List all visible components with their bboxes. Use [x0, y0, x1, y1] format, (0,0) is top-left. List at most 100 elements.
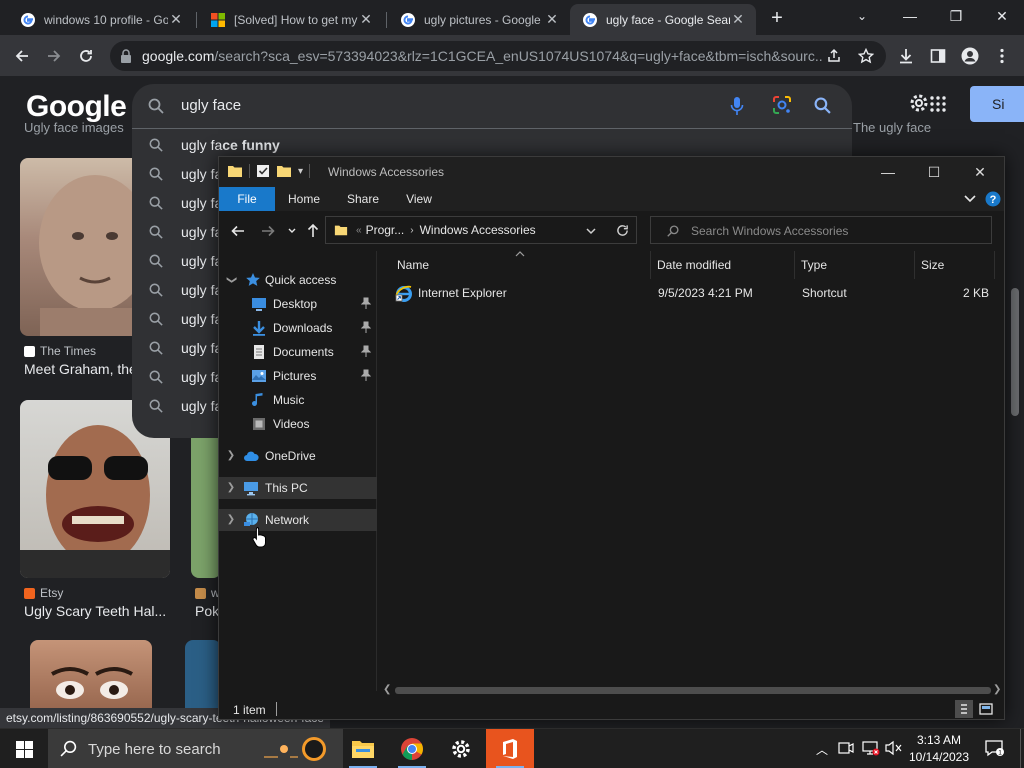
breadcrumb-separator-icon[interactable]: ›: [410, 225, 413, 236]
tab-solved-how-to[interactable]: [Solved] How to get my ✕: [198, 4, 384, 35]
nav-item-music[interactable]: Music: [219, 389, 377, 411]
result-title-pok[interactable]: Pok: [195, 603, 219, 619]
result-title-graham[interactable]: Meet Graham, the: [24, 361, 136, 377]
collapsed-chevron-icon[interactable]: ❯: [225, 481, 237, 495]
expand-ribbon-chevron-icon[interactable]: [964, 195, 976, 203]
google-search-box[interactable]: ugly face: [132, 84, 852, 128]
column-header-name[interactable]: Name: [391, 251, 651, 279]
taskbar-chrome[interactable]: [388, 729, 436, 768]
show-hidden-icons-chevron-icon[interactable]: ︿: [816, 741, 828, 758]
explorer-search-box[interactable]: Search Windows Accessories: [650, 216, 992, 244]
result-title-scary-teeth[interactable]: Ugly Scary Teeth Hal...: [24, 603, 174, 619]
explorer-close-button[interactable]: ✕: [957, 161, 1003, 183]
close-tab-icon[interactable]: ✕: [168, 11, 184, 28]
pin-icon[interactable]: [361, 321, 371, 333]
notification-center-icon[interactable]: 1: [984, 739, 1004, 757]
minimize-button[interactable]: —: [888, 4, 932, 28]
scroll-left-arrow-icon[interactable]: ❮: [383, 684, 391, 695]
show-desktop-button[interactable]: [1020, 729, 1024, 768]
google-logo[interactable]: Google: [26, 90, 127, 124]
address-dropdown-chevron-icon[interactable]: [586, 228, 596, 235]
share-icon[interactable]: [822, 44, 846, 68]
collapsed-chevron-icon[interactable]: ❯: [225, 449, 237, 463]
close-tab-icon[interactable]: ✕: [544, 11, 560, 28]
ribbon-tab-home[interactable]: Home: [279, 187, 329, 211]
taskbar-search-box[interactable]: Type here to search: [48, 729, 343, 768]
new-tab-button[interactable]: +: [766, 8, 788, 30]
details-view-button[interactable]: [955, 700, 973, 718]
source-w[interactable]: w: [195, 586, 220, 600]
tab-windows-10-profile[interactable]: windows 10 profile - Google ✕: [8, 4, 194, 35]
nav-item-onedrive[interactable]: ❯ OneDrive: [219, 445, 377, 467]
google-lens-icon[interactable]: [772, 95, 792, 115]
download-icon[interactable]: [894, 44, 918, 68]
refresh-icon[interactable]: [616, 224, 629, 237]
ribbon-tab-file[interactable]: File: [219, 187, 275, 211]
google-apps-grid-icon[interactable]: [930, 96, 946, 112]
bookmark-star-icon[interactable]: [854, 44, 878, 68]
taskbar-office[interactable]: [486, 729, 534, 768]
help-icon[interactable]: ?: [985, 191, 1001, 207]
explorer-address-bar[interactable]: « Progr... › Windows Accessories: [325, 216, 637, 244]
side-panel-icon[interactable]: [926, 44, 950, 68]
breadcrumb-item[interactable]: Progr...: [366, 223, 405, 237]
back-button[interactable]: [8, 42, 36, 70]
tab-ugly-face-active[interactable]: ugly face - Google Search ✕: [570, 4, 756, 35]
chrome-menu-button[interactable]: [990, 44, 1014, 68]
expanded-chevron-icon[interactable]: ❯: [224, 274, 238, 286]
ribbon-tab-view[interactable]: View: [393, 187, 445, 211]
reload-button[interactable]: [72, 42, 100, 70]
column-header-size[interactable]: Size: [915, 251, 995, 279]
close-tab-icon[interactable]: ✕: [730, 11, 746, 28]
start-button[interactable]: [0, 729, 48, 768]
page-scrollbar[interactable]: [1008, 158, 1022, 728]
system-clock[interactable]: 3:13 AM 10/14/2023: [906, 732, 972, 766]
explorer-maximize-button[interactable]: ☐: [911, 161, 957, 183]
taskbar-settings[interactable]: [437, 729, 485, 768]
settings-gear-icon[interactable]: [908, 92, 930, 114]
column-header-type[interactable]: Type: [795, 251, 915, 279]
search-query[interactable]: ugly face: [181, 97, 241, 114]
source-times[interactable]: The Times: [24, 344, 96, 358]
nav-item-documents[interactable]: Documents: [219, 341, 377, 363]
nav-item-downloads[interactable]: Downloads: [219, 317, 377, 339]
forward-arrow-icon[interactable]: [261, 224, 275, 238]
explorer-minimize-button[interactable]: —: [865, 161, 911, 183]
network-status-icon[interactable]: [862, 740, 880, 756]
sign-in-button[interactable]: Si: [970, 86, 1024, 122]
address-bar[interactable]: google.com/search?sca_esv=573394023&rlz=…: [110, 41, 886, 71]
meet-now-icon[interactable]: [838, 740, 854, 756]
pin-icon[interactable]: [361, 345, 371, 357]
column-header-date-modified[interactable]: Date modified: [651, 251, 795, 279]
nav-item-this-pc[interactable]: ❯ This PC: [219, 477, 377, 499]
collapsed-chevron-icon[interactable]: ❯: [225, 513, 237, 527]
tab-search-chevron-icon[interactable]: ⌄: [840, 4, 884, 28]
nav-item-quick-access[interactable]: ❯ Quick access: [219, 269, 377, 291]
volume-muted-icon[interactable]: [884, 740, 902, 756]
scrollbar-thumb[interactable]: [395, 687, 991, 694]
recent-locations-chevron-icon[interactable]: [288, 228, 296, 234]
breadcrumb-item-current[interactable]: Windows Accessories: [420, 223, 536, 237]
pin-icon[interactable]: [361, 369, 371, 381]
scroll-right-arrow-icon[interactable]: ❯: [993, 684, 1001, 695]
properties-check-icon[interactable]: [256, 164, 270, 178]
close-tab-icon[interactable]: ✕: [358, 11, 374, 28]
search-submit-icon[interactable]: [814, 97, 831, 114]
microphone-icon[interactable]: [730, 96, 744, 116]
breadcrumb-overflow-icon[interactable]: «: [356, 225, 362, 236]
tab-ugly-pictures[interactable]: ugly pictures - Google ✕: [388, 4, 570, 35]
nav-item-desktop[interactable]: Desktop: [219, 293, 377, 315]
file-row[interactable]: Internet Explorer 9/5/2023 4:21 PM Short…: [387, 281, 1001, 305]
forward-button[interactable]: [40, 42, 68, 70]
nav-item-pictures[interactable]: Pictures: [219, 365, 377, 387]
search-highlight-eclipse-icon[interactable]: [254, 731, 340, 767]
new-folder-icon[interactable]: [276, 163, 292, 179]
profile-avatar[interactable]: [958, 44, 982, 68]
pin-icon[interactable]: [361, 297, 371, 309]
large-icons-view-button[interactable]: [977, 700, 995, 718]
scrollbar-thumb[interactable]: [1011, 288, 1019, 416]
up-arrow-icon[interactable]: [306, 223, 320, 238]
explorer-title-bar[interactable]: ▾ Windows Accessories — ☐ ✕: [219, 157, 1004, 187]
close-window-button[interactable]: ✕: [980, 4, 1024, 28]
back-arrow-icon[interactable]: [231, 224, 245, 238]
